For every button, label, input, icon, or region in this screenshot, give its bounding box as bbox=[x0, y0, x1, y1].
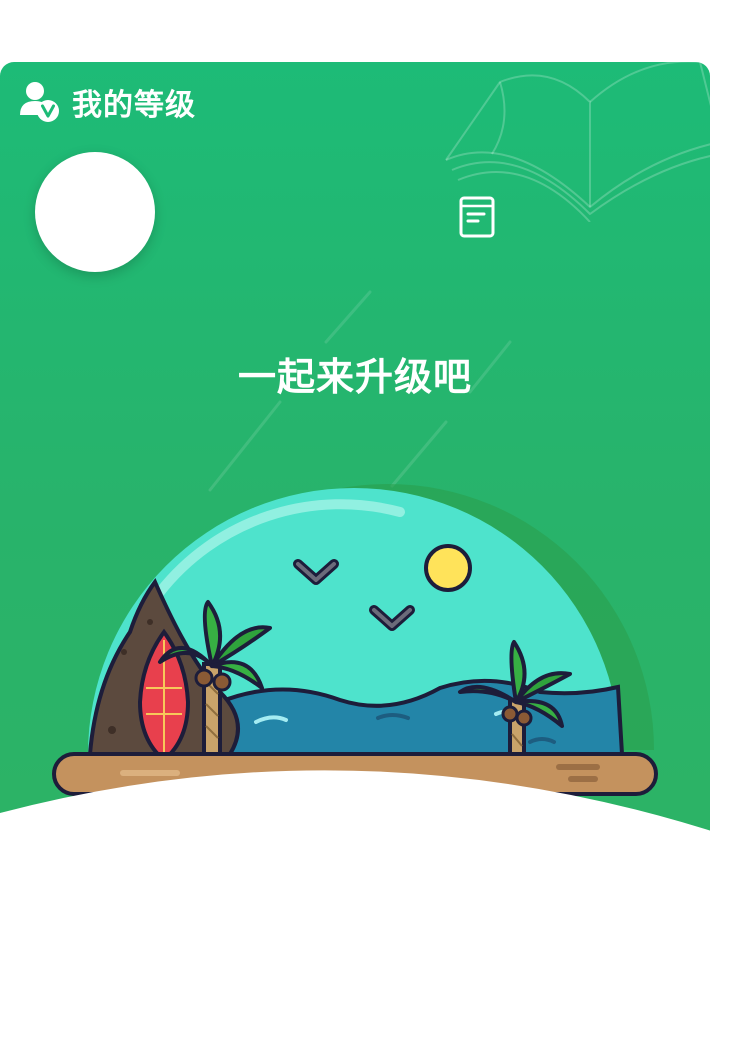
header: 我的等级 bbox=[18, 80, 196, 124]
streaks-decoration bbox=[208, 290, 512, 492]
bottom-panel bbox=[0, 770, 730, 1050]
avatar[interactable] bbox=[35, 152, 155, 272]
user-v-icon bbox=[20, 82, 59, 122]
document-icon[interactable] bbox=[458, 194, 496, 238]
page-title: 我的等级 bbox=[72, 88, 196, 123]
